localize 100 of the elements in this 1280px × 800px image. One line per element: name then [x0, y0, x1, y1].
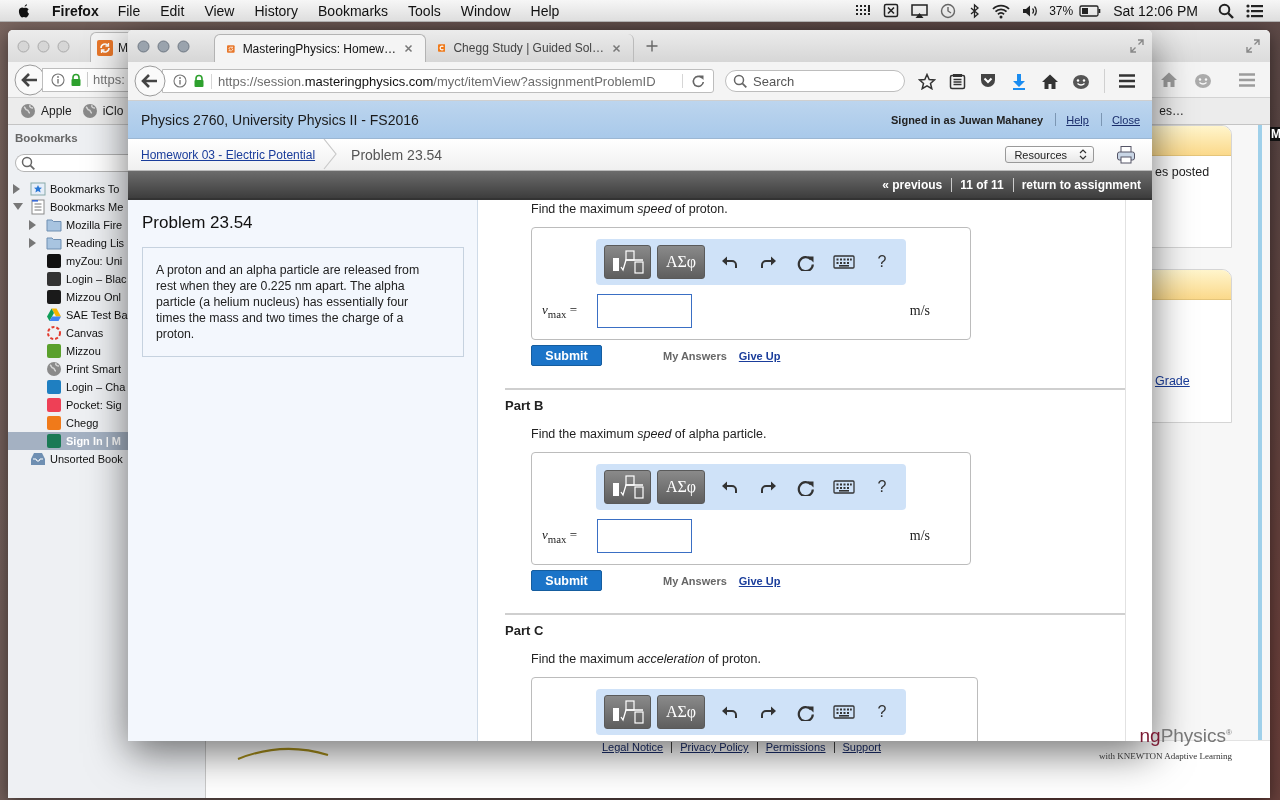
answer-input[interactable]	[597, 519, 692, 553]
smiley-icon[interactable]	[1072, 73, 1090, 89]
bookmark-item[interactable]: Bookmarks To	[8, 180, 128, 198]
reset-icon[interactable]	[797, 253, 815, 271]
bookmark-item[interactable]: Mizzou	[8, 342, 128, 360]
reset-icon[interactable]	[797, 703, 815, 721]
nav-link[interactable]: « previous	[882, 177, 943, 192]
bookmark-item[interactable]: Print Smart	[8, 360, 128, 378]
bookmark-item[interactable]: Apple	[20, 103, 72, 119]
browser-tab[interactable]: MasteringPhysics: Homew…	[214, 34, 426, 62]
menu-item[interactable]: Window	[460, 2, 511, 19]
reload-icon[interactable]	[682, 74, 705, 88]
address-field[interactable]: https://session.masteringphysics.com/myct/itemView?assignmentProblemID	[162, 69, 714, 93]
list-folder-icon	[30, 199, 46, 215]
bookmark-item[interactable]: Login – Cha	[8, 378, 128, 396]
reset-icon[interactable]	[797, 478, 815, 496]
header-link[interactable]: Close	[1111, 113, 1140, 126]
reading-list-icon[interactable]	[949, 72, 966, 90]
help-button[interactable]: ?	[863, 245, 901, 279]
browser-tab[interactable]: M	[90, 32, 128, 62]
footer-link[interactable]: Legal Notice	[602, 741, 664, 753]
bookmark-item[interactable]: es…	[1159, 104, 1184, 118]
fullscreen-icon[interactable]	[1246, 39, 1260, 53]
template-button[interactable]	[604, 245, 651, 279]
close-icon[interactable]	[612, 43, 621, 53]
bookmark-item[interactable]: Login – Blac	[8, 270, 128, 288]
airplay-icon[interactable]	[911, 2, 929, 19]
link[interactable]: Grade	[1155, 374, 1227, 388]
keyboard-icon[interactable]	[833, 478, 855, 496]
search-field[interactable]: Search	[725, 70, 905, 92]
symbols-button[interactable]: ΑΣφ	[657, 470, 705, 504]
keyboard-icon[interactable]	[833, 253, 855, 271]
template-button[interactable]	[604, 695, 651, 729]
close-icon[interactable]	[404, 44, 413, 53]
search-field[interactable]	[15, 154, 128, 172]
breadcrumb-link[interactable]: Homework 03 - Electric Potential	[141, 147, 316, 162]
bluetooth-icon[interactable]	[968, 2, 981, 19]
apple-logo-icon[interactable]	[16, 2, 32, 19]
new-tab-icon[interactable]	[646, 40, 658, 52]
list-icon[interactable]	[1246, 2, 1264, 19]
footer-link[interactable]: Permissions	[765, 741, 826, 753]
keyboard-icon[interactable]	[833, 703, 855, 721]
submit-button[interactable]: Submit	[531, 345, 602, 366]
bookmark-item[interactable]: iClo	[81, 103, 124, 119]
window-controls-icon[interactable]	[137, 39, 190, 53]
template-icon	[610, 250, 645, 274]
bookmark-item[interactable]: myZou: Uni	[8, 252, 128, 270]
info-icon[interactable]	[51, 72, 65, 87]
search-icon	[733, 74, 747, 88]
download-icon[interactable]	[1010, 72, 1028, 90]
submit-button[interactable]: Submit	[531, 570, 602, 591]
tray-icon	[30, 451, 46, 467]
wifi-icon[interactable]	[992, 2, 1011, 19]
help-button[interactable]: ?	[863, 695, 901, 729]
clock[interactable]: Sat 12:06 PM	[1113, 2, 1198, 19]
menu-item[interactable]: Tools	[408, 2, 441, 19]
template-button[interactable]	[604, 470, 651, 504]
print-icon[interactable]	[1116, 145, 1136, 164]
footer-link[interactable]: Support	[842, 741, 882, 753]
tab-favicon-icon	[97, 39, 113, 56]
resources-dropdown[interactable]: Resources	[1005, 146, 1094, 163]
symbols-button[interactable]: ΑΣφ	[657, 245, 705, 279]
answer-input[interactable]	[597, 294, 692, 328]
logo-tagline: with KNEWTON Adaptive Learning	[1098, 751, 1232, 761]
home-icon[interactable]	[1041, 72, 1059, 90]
bookmark-item[interactable]: Mozilla Fire	[8, 216, 128, 234]
bookmark-item[interactable]: Mizzou Onl	[8, 288, 128, 306]
help-button[interactable]: ?	[863, 470, 901, 504]
pocket-icon[interactable]	[979, 72, 997, 90]
bookmark-item[interactable]: Pocket: Sig	[8, 396, 128, 414]
give-up-link[interactable]: Give Up	[738, 574, 781, 587]
my-answers-label: My Answers	[663, 349, 727, 362]
menu-item[interactable]: File	[117, 2, 141, 19]
menu-item[interactable]: Edit	[160, 2, 185, 19]
back-button-icon[interactable]	[134, 65, 166, 97]
bookmark-item[interactable]: Bookmarks Me	[8, 198, 128, 216]
bookmark-item[interactable]: Reading Lis	[8, 234, 128, 252]
menu-icon[interactable]	[1118, 73, 1136, 89]
bookmark-star-icon[interactable]	[918, 72, 936, 90]
menu-item[interactable]: Help	[530, 2, 560, 19]
info-icon[interactable]	[173, 74, 187, 88]
header-link[interactable]: Help	[1066, 113, 1089, 126]
search-icon[interactable]	[1218, 2, 1234, 19]
battery-icon[interactable]	[1079, 3, 1102, 18]
fullscreen-icon[interactable]	[1130, 39, 1144, 53]
bookmark-item[interactable]: Canvas	[8, 324, 128, 342]
x-box-icon[interactable]	[883, 2, 900, 19]
give-up-link[interactable]: Give Up	[738, 349, 781, 362]
bookmark-item[interactable]: Chegg	[8, 414, 128, 432]
menu-item[interactable]: History	[254, 2, 299, 19]
app-menu[interactable]: Firefox	[52, 2, 99, 19]
menu-item[interactable]: View	[204, 2, 235, 19]
menu-item[interactable]: Bookmarks	[318, 2, 389, 19]
bookmark-item[interactable]: SAE Test Ba	[8, 306, 128, 324]
symbols-button[interactable]: ΑΣφ	[657, 695, 705, 729]
nav-link[interactable]: return to assignment	[1021, 177, 1141, 192]
footer-link[interactable]: Privacy Policy	[680, 741, 749, 753]
address-field[interactable]: https:	[42, 67, 128, 92]
bookmark-item[interactable]: Unsorted Book	[8, 450, 128, 468]
clock-icon[interactable]	[940, 2, 957, 19]
